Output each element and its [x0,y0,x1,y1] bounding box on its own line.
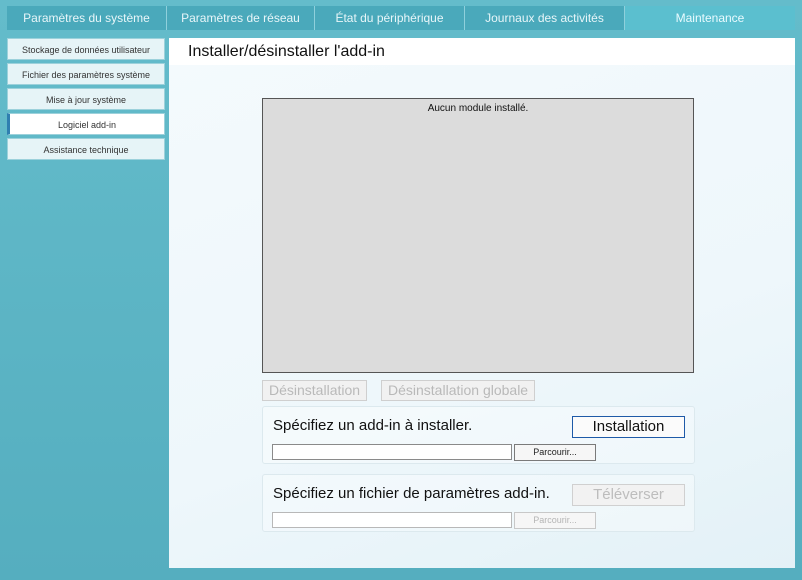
upload-button[interactable]: Téléverser [572,484,685,506]
addin-file-field[interactable] [272,444,512,460]
uninstall-all-button[interactable]: Désinstallation globale [381,380,536,401]
app-frame: Paramètres du système Paramètres de rése… [0,0,802,580]
installed-modules-list[interactable]: Aucun module installé. [262,98,694,373]
tab-maintenance[interactable]: Maintenance [625,6,795,30]
install-addin-label: Spécifiez un add-in à installer. [273,417,473,434]
settings-browse-button[interactable]: Parcourir... [514,512,596,529]
tab-device-status[interactable]: État du périphérique [315,6,465,30]
empty-list-message: Aucun module installé. [427,103,529,114]
sidebar-item-user-data-storage[interactable]: Stockage de données utilisateur [7,38,165,60]
addin-browse-button[interactable]: Parcourir... [514,444,596,461]
tab-activity-logs[interactable]: Journaux des activités [465,6,625,30]
sidebar-item-technical-support[interactable]: Assistance technique [7,138,165,160]
install-button[interactable]: Installation [572,416,685,438]
install-addin-group: Spécifiez un add-in à installer. Install… [262,406,695,464]
sidebar-item-addin-software[interactable]: Logiciel add-in [7,113,165,135]
settings-file-field[interactable] [272,512,512,528]
upload-settings-label: Spécifiez un fichier de paramètres add-i… [273,485,550,502]
page-title: Installer/désinstaller l'add-in [169,38,795,65]
sidebar-item-system-settings-file[interactable]: Fichier des paramètres système [7,63,165,85]
upload-settings-group: Spécifiez un fichier de paramètres add-i… [262,474,695,532]
top-tab-bar: Paramètres du système Paramètres de rése… [7,6,795,30]
main-panel: Installer/désinstaller l'add-in Aucun mo… [169,38,795,568]
sidebar-item-system-update[interactable]: Mise à jour système [7,88,165,110]
sidebar: Stockage de données utilisateur Fichier … [7,38,165,163]
uninstall-button[interactable]: Désinstallation [262,380,368,401]
tab-network-settings[interactable]: Paramètres de réseau [167,6,315,30]
tab-system-settings[interactable]: Paramètres du système [7,6,167,30]
